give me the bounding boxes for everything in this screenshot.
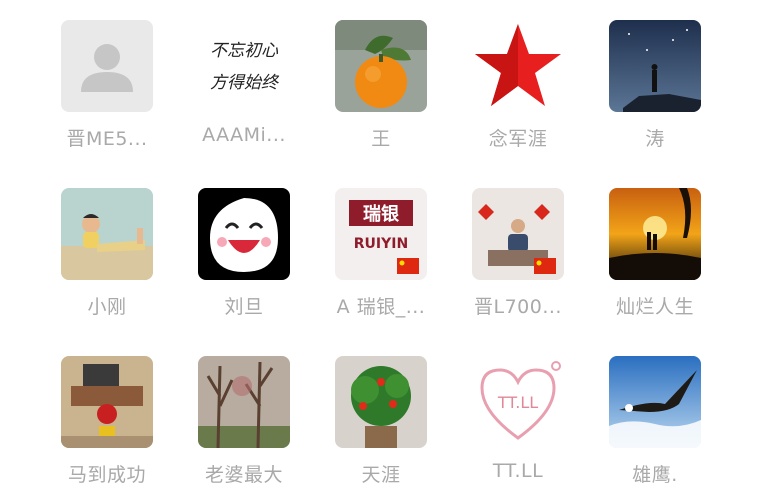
red-star-avatar[interactable] [472,20,564,112]
ruiyin-logo-avatar[interactable]: 瑞银 RUIYIN [335,188,427,280]
member-name: TT.LL [492,460,544,482]
starry-night-avatar[interactable] [609,20,701,112]
member-item[interactable]: 念军涯 [448,20,588,180]
man-at-desk-avatar[interactable] [472,188,564,280]
logo-cn-text: 瑞银 [363,203,400,225]
member-name: 老婆最大 [204,464,283,486]
member-name: 晋ME5... [66,128,148,150]
member-item[interactable]: 天涯 [311,356,451,500]
member-item[interactable]: 雄鹰. [585,356,725,500]
member-item[interactable]: 晋L700... [448,188,588,348]
member-item[interactable]: 小刚 [37,188,177,348]
calligraphy-avatar[interactable]: 不忘初心 方得始终 [198,20,290,112]
member-item[interactable]: 灿烂人生 [585,188,725,348]
calligraphy-line-1: 不忘初心 [210,41,279,61]
orange-fruit-avatar[interactable] [335,20,427,112]
member-name: AAAMi... [202,124,286,146]
member-item[interactable]: 不忘初心 方得始终 AAAMi... [174,20,314,180]
member-name: A 瑞银_... [336,296,426,318]
member-item[interactable]: 老婆最大 [174,356,314,500]
heart-text: TT.LL [497,393,538,412]
member-name: 灿烂人生 [615,296,694,318]
default-user-icon[interactable] [61,20,153,112]
room-decor-avatar[interactable] [61,356,153,448]
bare-trees-avatar[interactable] [198,356,290,448]
member-name: 涛 [645,128,665,150]
laughing-face-avatar[interactable] [198,188,290,280]
boy-lying-avatar[interactable] [61,188,153,280]
member-name: 小刚 [87,296,127,318]
member-item[interactable]: TT.LL TT.LL [448,356,588,500]
member-name: 雄鹰. [632,464,678,486]
member-item[interactable]: 马到成功 [37,356,177,500]
member-name: 天涯 [361,464,401,486]
member-name: 马到成功 [67,464,146,486]
logo-en-text: RUIYIN [354,236,408,252]
sunset-couple-avatar[interactable] [609,188,701,280]
member-name: 晋L700... [474,296,562,318]
member-item[interactable]: 王 [311,20,451,180]
potted-plant-avatar[interactable] [335,356,427,448]
member-name: 刘旦 [224,296,264,318]
member-item[interactable]: 瑞银 RUIYIN A 瑞银_... [311,188,451,348]
eagle-sky-avatar[interactable] [609,356,701,448]
member-item[interactable]: 涛 [585,20,725,180]
calligraphy-line-2: 方得始终 [210,73,280,93]
group-member-grid: 晋ME5... 不忘初心 方得始终 AAAMi... 王 念军涯 涛 小刚 刘旦… [0,0,763,500]
member-name: 念军涯 [488,128,548,150]
heart-text-avatar[interactable]: TT.LL [472,356,564,448]
member-item[interactable]: 晋ME5... [37,20,177,180]
member-name: 王 [371,128,391,150]
member-item[interactable]: 刘旦 [174,188,314,348]
